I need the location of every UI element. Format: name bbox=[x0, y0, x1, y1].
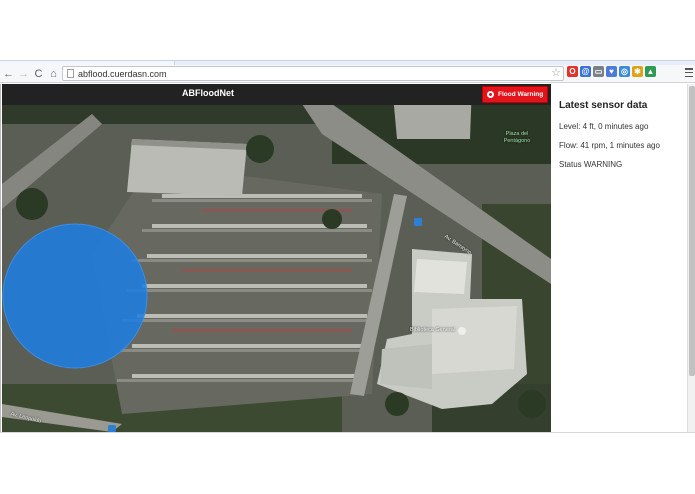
navbar: ABFloodNet Flood Warning bbox=[2, 84, 551, 105]
star-icon[interactable]: ☆ bbox=[551, 66, 561, 79]
bus-stop-icon bbox=[414, 218, 422, 226]
sensor-level: Level: 4 ft, 0 minutes ago bbox=[559, 122, 649, 131]
park-label: Plaza del Pentágono bbox=[503, 131, 531, 144]
sensor-panel: Latest sensor data Level: 4 ft, 0 minute… bbox=[552, 84, 687, 432]
puzzle-extension-icon[interactable]: ✱ bbox=[632, 66, 643, 77]
mail-extension-icon[interactable]: @ bbox=[580, 66, 591, 77]
menu-icon[interactable] bbox=[685, 68, 693, 77]
drive-extension-icon[interactable]: ▲ bbox=[645, 66, 656, 77]
sync-extension-icon[interactable]: ◎ bbox=[619, 66, 630, 77]
page-bottom-divider bbox=[0, 432, 695, 433]
warning-icon bbox=[487, 91, 494, 98]
flood-warning-button[interactable]: Flood Warning bbox=[482, 86, 548, 103]
flood-warning-label: Flood Warning bbox=[498, 91, 544, 98]
scrollbar[interactable] bbox=[687, 84, 695, 432]
back-icon[interactable]: ← bbox=[2, 67, 15, 81]
pocket-extension-icon[interactable]: ♥ bbox=[606, 66, 617, 77]
library-label: Biblioteca General bbox=[410, 327, 455, 333]
app-viewport: Av. Leopoldo Av. Barrayno Plaza del Pent… bbox=[0, 84, 695, 432]
map[interactable]: Av. Leopoldo Av. Barrayno Plaza del Pent… bbox=[2, 84, 551, 432]
extensions-bar: O @ ▭ ♥ ◎ ✱ ▲ bbox=[567, 66, 656, 77]
sensor-flow: Flow: 41 rpm, 1 minutes ago bbox=[559, 141, 660, 150]
address-bar[interactable]: abflood.cuerdasn.com ☆ bbox=[62, 66, 564, 81]
cast-extension-icon[interactable]: ▭ bbox=[593, 66, 604, 77]
page-icon bbox=[67, 69, 74, 78]
sensor-status: Status WARNING bbox=[559, 160, 623, 169]
browser-window: ← → C ⌂ abflood.cuerdasn.com ☆ O @ ▭ ♥ ◎ ✱ ▲ bbox=[0, 0, 695, 494]
opera-extension-icon[interactable]: O bbox=[567, 66, 578, 77]
satellite-map-image bbox=[2, 84, 551, 432]
browser-toolbar: ← → C ⌂ abflood.cuerdasn.com ☆ O @ ▭ ♥ ◎ ✱ ▲ bbox=[0, 65, 695, 83]
home-icon[interactable]: ⌂ bbox=[47, 67, 60, 81]
url-text: abflood.cuerdasn.com bbox=[78, 68, 167, 79]
reload-icon[interactable]: C bbox=[32, 67, 45, 81]
brand-title[interactable]: ABFloodNet bbox=[182, 88, 234, 98]
scroll-thumb[interactable] bbox=[689, 86, 695, 376]
forward-icon[interactable]: → bbox=[17, 67, 30, 81]
panel-title: Latest sensor data bbox=[559, 100, 648, 111]
